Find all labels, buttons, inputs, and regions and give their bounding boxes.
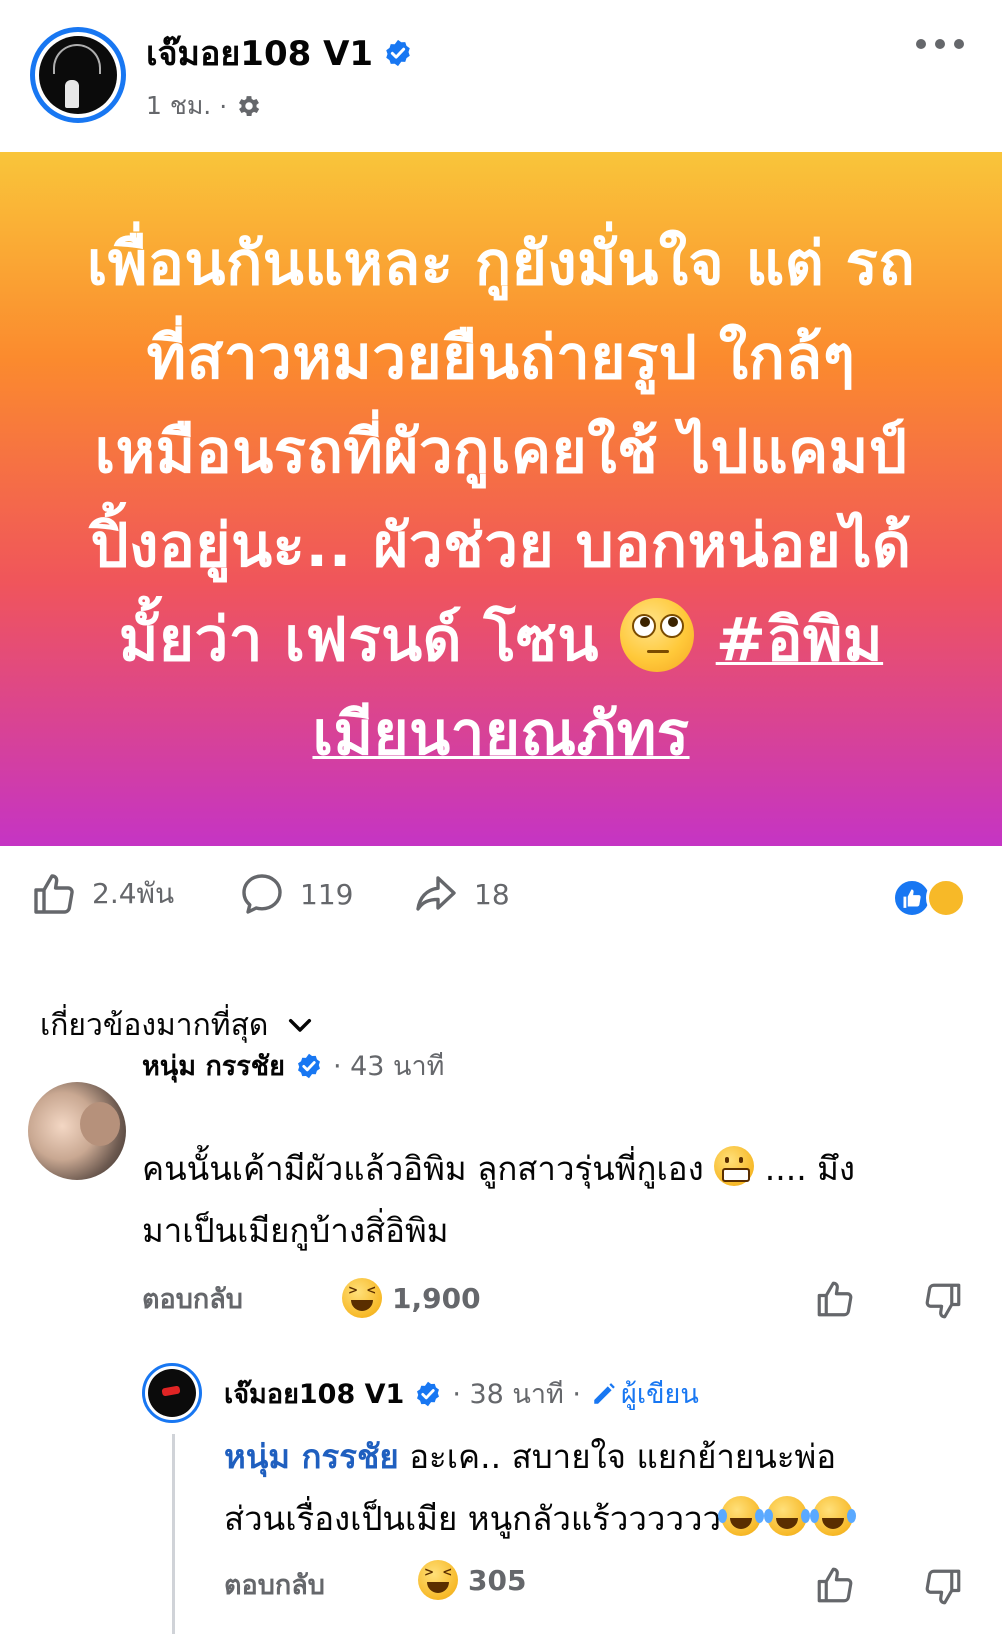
share-icon [416,876,456,911]
commenter-avatar[interactable] [28,1082,126,1180]
chevron-down-icon [289,1018,312,1032]
reply-text: หนุ่ม กรรชัย อะเค.. สบายใจ แยกย้ายนะพ่อ … [224,1426,984,1550]
grimacing-emoji-icon [714,1146,755,1186]
more-options-button[interactable] [916,30,964,58]
commenter-name[interactable]: หนุ่ม กรรชัย [142,1044,285,1087]
share-count: 18 [474,877,510,911]
reaction-summary[interactable] [892,878,972,918]
comment-count: 119 [300,877,354,911]
tears-of-joy-emoji-icon [764,1496,808,1536]
pencil-icon [594,1382,615,1404]
mention-link[interactable]: หนุ่ม กรรชัย [224,1437,399,1476]
more-icon [916,39,926,49]
author-badge-label: ผู้เขียน [621,1379,699,1410]
comment-time: · 43 นาที [332,1051,445,1082]
facebook-post-page: เจ๊มอย108 V1 1 ชม. · เพื่อนกันแหละ กูยัง… [0,0,1002,1634]
meta-separator: · [219,91,228,121]
page-name-label[interactable]: เจ๊มอย108 V1 [146,26,373,80]
reply-text-line1: อะเค.. สบายใจ แยกย้ายนะพ่อ [409,1437,837,1476]
share-button[interactable]: 18 [412,868,510,920]
author-badge: ผู้เขียน [591,1372,699,1415]
reply-reaction-count[interactable]: 305 [418,1560,526,1600]
haha-reaction-icon [418,1560,458,1600]
thread-line [172,1434,175,1634]
reply-time: · 38 นาที · [452,1379,582,1410]
post-meta: 1 ชม. · [146,86,263,126]
haha-reaction-icon [926,878,966,918]
dislike-icon[interactable] [922,1566,964,1608]
post-text-background: เพื่อนกันแหละ กูยังมั่นใจ แต่ รถที่สาวหม… [0,152,1002,846]
comment-footer: ตอบกลับ [142,1276,243,1320]
comment-text-part2: .... มึง [764,1149,856,1188]
reply-text-line2: ส่วนเรื่องเป็นเมีย หนูกลัวแร้วววววว [224,1499,722,1538]
eye-roll-emoji-icon [620,598,695,672]
tears-of-joy-emoji-icon [718,1496,762,1536]
comment-text-part1: คนนั้นเค้ามีผัวแล้วอิพิม ลูกสาวรุ่นพี่กู… [142,1149,704,1188]
verified-icon [386,39,410,67]
post-header: เจ๊มอย108 V1 1 ชม. · [0,0,1002,152]
comment-reaction-number: 1,900 [392,1281,481,1315]
comment-icon [242,874,282,914]
like-icon [34,874,74,914]
post-text: เพื่อนกันแหละ กูยังมั่นใจ แต่ รถที่สาวหม… [71,217,931,781]
reply-button[interactable]: ตอบกลับ [142,1277,243,1320]
like-count: 2.4พัน [92,877,175,910]
comment-text-line2: มาเป็นเมียกูบ้างสิ่อิพิม [142,1211,449,1250]
like-icon[interactable] [814,1564,856,1606]
sort-label: เกี่ยวข้องมากที่สุด [40,1008,269,1043]
comment-reaction-count[interactable]: 1,900 [342,1278,481,1318]
reply-author-name[interactable]: เจ๊มอย108 V1 [224,1372,404,1415]
comment-text: คนนั้นเค้ามีผัวแล้วอิพิม ลูกสาวรุ่นพี่กู… [142,1138,962,1262]
verified-icon [297,1053,320,1078]
post-action-bar: 2.4พัน 119 18 [0,846,1002,942]
post-time[interactable]: 1 ชม. [146,86,211,126]
tears-of-joy-emoji-icon [810,1496,854,1536]
reply-footer: ตอบกลับ [224,1562,325,1606]
reply-reaction-number: 305 [468,1563,527,1597]
haha-reaction-icon [342,1278,382,1318]
comment-header: หนุ่ม กรรชัย · 43 นาที [142,1044,444,1087]
like-button[interactable]: 2.4พัน [30,868,174,920]
gear-icon [239,96,260,117]
reply-author-avatar[interactable] [142,1363,202,1423]
comment-sort-dropdown[interactable]: เกี่ยวข้องมากที่สุด [40,1002,316,1049]
page-name[interactable]: เจ๊มอย108 V1 [146,26,413,80]
verified-icon [417,1381,440,1406]
reply-header: เจ๊มอย108 V1 · 38 นาที · ผู้เขียน [224,1372,699,1415]
page-avatar[interactable] [30,27,126,123]
comment-button[interactable]: 119 [238,868,353,920]
dislike-icon[interactable] [922,1280,964,1322]
like-icon[interactable] [814,1278,856,1320]
reply-button[interactable]: ตอบกลับ [224,1563,325,1606]
